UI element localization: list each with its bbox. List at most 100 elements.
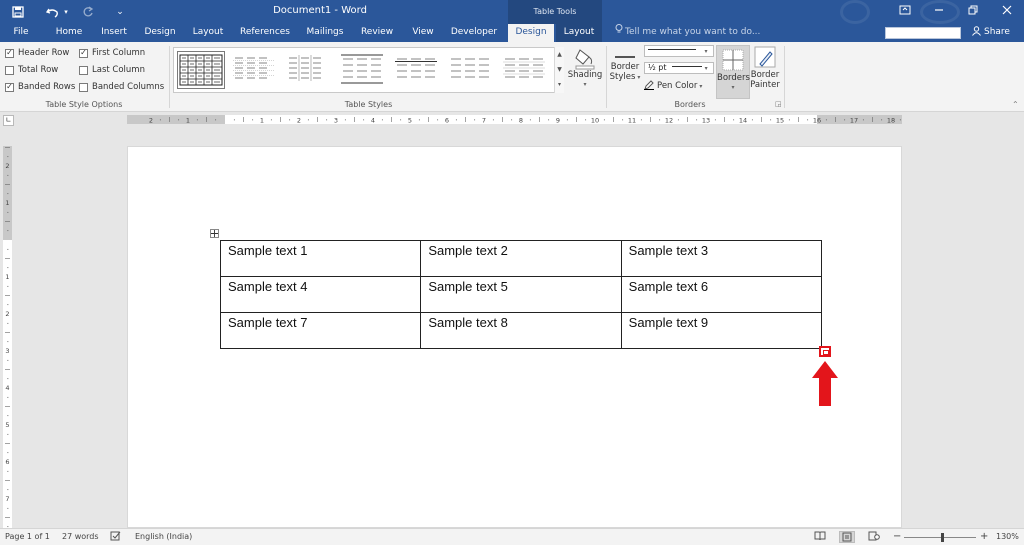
gallery-scroll-up-icon[interactable]: ▲: [555, 47, 564, 62]
restore-icon[interactable]: [956, 0, 990, 24]
table-cell[interactable]: Sample text 5: [420, 276, 622, 313]
tab-home[interactable]: Home: [50, 24, 88, 42]
border-styles-button[interactable]: Border Styles ▾: [608, 46, 642, 98]
share-button[interactable]: Share: [968, 24, 1010, 42]
tab-references[interactable]: References: [238, 24, 292, 42]
lightbulb-icon: [615, 24, 623, 41]
table-row: Sample text 7 Sample text 8 Sample text …: [219, 312, 823, 349]
last-column-label: Last Column: [92, 65, 145, 75]
zoom-in-button[interactable]: +: [980, 529, 988, 545]
document-table[interactable]: Sample text 1 Sample text 2 Sample text …: [219, 240, 823, 349]
checkbox-checked-icon: ✓: [79, 48, 88, 58]
ruler-label: 14: [739, 117, 747, 125]
language-indicator[interactable]: English (India): [135, 529, 192, 545]
last-column-checkbox[interactable]: Last Column: [79, 64, 145, 76]
tab-selector-icon[interactable]: ∟: [3, 115, 14, 126]
banded-columns-checkbox[interactable]: Banded Columns: [79, 81, 164, 93]
minimize-icon[interactable]: [922, 0, 956, 24]
tab-insert[interactable]: Insert: [96, 24, 132, 42]
first-column-checkbox[interactable]: ✓ First Column: [79, 47, 145, 59]
ruler-label: 2: [149, 117, 153, 125]
table-cell[interactable]: Sample text 9: [620, 312, 823, 349]
table-style-plain-3[interactable]: [339, 51, 387, 89]
zoom-out-button[interactable]: −: [893, 529, 901, 545]
shading-button[interactable]: Shading ▾: [566, 46, 604, 98]
table-style-grid[interactable]: [177, 51, 225, 89]
status-bar: Page 1 of 1 27 words English (India) − +…: [0, 528, 1024, 545]
table-style-plain-1[interactable]: [231, 51, 279, 89]
tab-view[interactable]: View: [406, 24, 440, 42]
red-arrow-annotation-icon: [812, 361, 838, 406]
table-cell[interactable]: Sample text 2: [420, 240, 622, 277]
line-style-dropdown[interactable]: ▾: [644, 45, 714, 57]
gallery-scroll-down-icon[interactable]: ▼: [555, 62, 564, 77]
table-cell[interactable]: Sample text 7: [219, 312, 422, 349]
tab-layout[interactable]: Layout: [188, 24, 228, 42]
vertical-ruler[interactable]: 2 1 1 2 3 4 5 6 7: [3, 146, 12, 528]
ribbon-display-options-icon[interactable]: [888, 0, 922, 24]
table-style-plain-2[interactable]: [285, 51, 333, 89]
tab-review[interactable]: Review: [356, 24, 398, 42]
web-layout-icon[interactable]: [866, 531, 882, 543]
border-painter-button[interactable]: Border Painter: [750, 46, 780, 98]
table-style-plain-5[interactable]: [447, 51, 495, 89]
borders-dialog-launcher-icon[interactable]: ◲: [775, 100, 782, 108]
read-mode-icon[interactable]: [812, 531, 828, 543]
table-cell[interactable]: Sample text 8: [420, 312, 622, 349]
checkbox-checked-icon: ✓: [5, 48, 14, 58]
table-cell[interactable]: Sample text 1: [219, 240, 422, 277]
collapse-ribbon-icon[interactable]: ⌃: [1012, 100, 1019, 109]
zoom-slider[interactable]: [904, 529, 976, 545]
table-cell[interactable]: Sample text 3: [620, 240, 823, 277]
tell-me-box[interactable]: Tell me what you want to do...: [615, 24, 760, 42]
close-icon[interactable]: [990, 0, 1024, 24]
borders-dropdown-icon: ▾: [731, 84, 735, 91]
zoom-level[interactable]: 130%: [996, 529, 1019, 545]
gallery-scroll: ▲ ▼ ▾: [554, 47, 564, 93]
ruler-label: 4: [5, 384, 9, 392]
horizontal-ruler[interactable]: 2 1 1 2 3 4 5 6 7 8 9 10 11 12 13 14 15 16 17 18: [127, 115, 902, 125]
proofing-icon[interactable]: [110, 529, 121, 545]
group-separator: [606, 46, 607, 108]
ruler-label: 6: [5, 458, 9, 466]
pen-color-label: Pen Color: [657, 81, 698, 91]
ruler-label: 13: [702, 117, 710, 125]
table-style-plain-4[interactable]: [393, 51, 441, 89]
tab-table-design[interactable]: Design: [508, 24, 554, 42]
gallery-more-icon[interactable]: ▾: [555, 77, 564, 92]
pen-color-button[interactable]: Pen Color ▾: [644, 79, 702, 92]
border-styles-label-1: Border: [610, 62, 640, 72]
shading-label: Shading: [567, 70, 603, 80]
word-count[interactable]: 27 words: [62, 529, 99, 545]
ruler-label: 5: [5, 421, 9, 429]
account-name-field[interactable]: [885, 27, 961, 39]
zoom-slider-track: [904, 537, 976, 538]
banded-rows-checkbox[interactable]: ✓ Banded Rows: [5, 81, 75, 93]
header-row-checkbox[interactable]: ✓ Header Row: [5, 47, 69, 59]
table-cell[interactable]: Sample text 6: [620, 276, 823, 313]
tab-mailings[interactable]: Mailings: [302, 24, 348, 42]
tab-design[interactable]: Design: [140, 24, 180, 42]
tab-developer[interactable]: Developer: [448, 24, 500, 42]
line-weight-dropdown[interactable]: ½ pt ▾: [644, 62, 714, 74]
table-resize-handle[interactable]: [819, 346, 831, 357]
ruler-label: 8: [519, 117, 523, 125]
ruler-label: 5: [408, 117, 412, 125]
ruler-label: 4: [371, 117, 375, 125]
table-style-grid-light[interactable]: [501, 51, 549, 89]
total-row-checkbox[interactable]: Total Row: [5, 64, 58, 76]
paint-bucket-icon: [574, 46, 596, 70]
borders-button[interactable]: Borders ▾: [716, 45, 750, 99]
page-count[interactable]: Page 1 of 1: [5, 529, 50, 545]
print-layout-icon[interactable]: [839, 531, 855, 543]
table-cell[interactable]: Sample text 4: [219, 276, 422, 313]
ruler-label: 1: [260, 117, 264, 125]
border-painter-label-1: Border: [750, 70, 780, 80]
table-move-handle-icon[interactable]: [210, 229, 219, 238]
zoom-slider-thumb[interactable]: [941, 533, 944, 542]
ruler-label: 2: [5, 310, 9, 318]
ruler-label: 1: [186, 117, 190, 125]
tab-file[interactable]: File: [4, 24, 38, 42]
banded-columns-label: Banded Columns: [92, 82, 165, 92]
tab-table-layout[interactable]: Layout: [556, 24, 602, 42]
